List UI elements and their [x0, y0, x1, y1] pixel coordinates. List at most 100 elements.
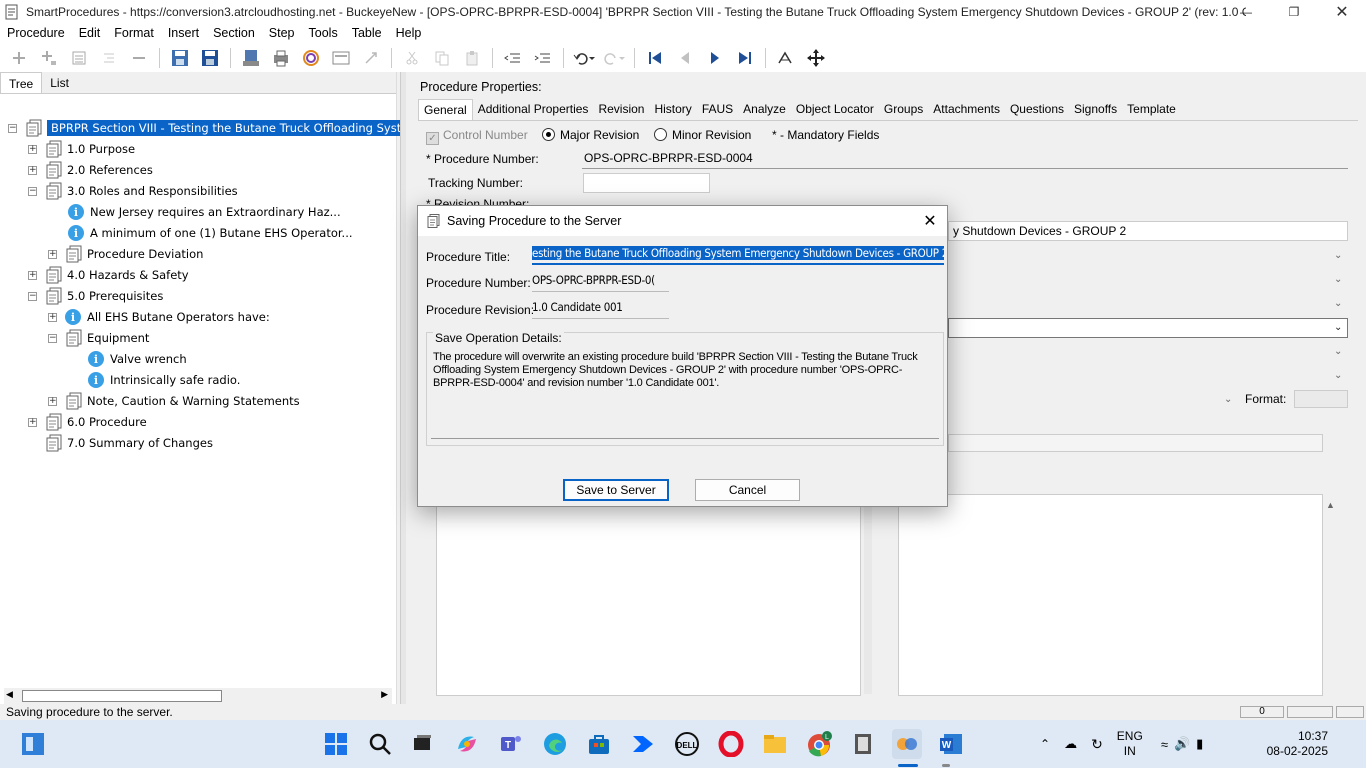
sync-icon[interactable]: ↻ — [1091, 736, 1103, 753]
save-to-server-button[interactable]: Save to Server — [563, 479, 669, 501]
tree-item[interactable]: + Note, Caution & Warning Statements — [48, 391, 300, 411]
tab-list[interactable]: List — [42, 72, 77, 93]
convert-icon[interactable] — [360, 47, 382, 69]
procedure-number-input[interactable]: OPS-OPRC-BPRPR-ESD-0( — [532, 273, 669, 292]
add-child-icon[interactable] — [38, 47, 60, 69]
indent-icon[interactable] — [98, 47, 120, 69]
menu-table[interactable]: Table — [345, 24, 389, 43]
menu-format[interactable]: Format — [107, 24, 161, 43]
chevron-down-icon[interactable]: ⌄ — [1334, 346, 1346, 358]
language-indicator[interactable]: ENG IN — [1117, 729, 1143, 759]
widgets-icon[interactable] — [18, 729, 48, 759]
scroll-thumb[interactable] — [22, 690, 222, 702]
cut-icon[interactable] — [401, 47, 423, 69]
tree-item[interactable]: 7.0 Summary of Changes — [45, 433, 213, 453]
chrome-icon[interactable]: L — [804, 729, 834, 759]
tree-item[interactable]: + 2.0 References — [28, 160, 153, 180]
copy-icon[interactable] — [431, 47, 453, 69]
tree-item[interactable]: − 5.0 Prerequisites — [28, 286, 163, 306]
tree-item[interactable]: i New Jersey requires an Extraordinary H… — [68, 202, 341, 222]
tracking-number-input[interactable] — [583, 173, 710, 193]
text-field[interactable] — [948, 434, 1323, 452]
tab-general[interactable]: General — [418, 99, 473, 120]
remove-icon[interactable] — [128, 47, 150, 69]
menu-insert[interactable]: Insert — [161, 24, 206, 43]
copilot-icon[interactable] — [452, 729, 482, 759]
dell-icon[interactable]: DELL — [672, 729, 702, 759]
chevron-up-icon[interactable]: ⌃ — [1040, 737, 1050, 751]
collapse-icon[interactable]: − — [28, 186, 37, 196]
task-view-icon[interactable] — [407, 729, 437, 759]
minor-revision-radio[interactable]: Minor Revision — [654, 128, 751, 142]
tab-faus[interactable]: FAUS — [697, 99, 738, 120]
wifi-icon[interactable]: ≈ — [1161, 737, 1168, 752]
menu-procedure[interactable]: Procedure — [0, 24, 72, 43]
left-text-area[interactable] — [436, 494, 861, 696]
menu-help[interactable]: Help — [389, 24, 429, 43]
tree-item[interactable]: − Equipment — [48, 328, 149, 348]
expand-icon[interactable]: + — [48, 312, 57, 322]
major-revision-radio[interactable]: Major Revision — [542, 128, 639, 142]
paste-icon[interactable] — [461, 47, 483, 69]
search-icon[interactable] — [365, 729, 395, 759]
procedure-title-field[interactable]: y Shutdown Devices - GROUP 2 — [948, 221, 1348, 241]
tab-signoffs[interactable]: Signoffs — [1069, 99, 1122, 120]
control-number-checkbox[interactable]: ✓ Control Number — [426, 128, 528, 145]
chevron-down-icon[interactable]: ⌄ — [1334, 322, 1346, 334]
teams-icon[interactable]: T — [496, 729, 526, 759]
undo-icon[interactable] — [573, 47, 595, 69]
expand-icon[interactable]: + — [28, 165, 37, 175]
tab-questions[interactable]: Questions — [1005, 99, 1069, 120]
vertical-scrollbar[interactable] — [864, 494, 872, 694]
file-explorer-icon[interactable] — [760, 729, 790, 759]
horizontal-scrollbar[interactable]: ◀ ▶ — [4, 688, 392, 704]
tab-history[interactable]: History — [649, 99, 696, 120]
tree-item[interactable]: + 1.0 Purpose — [28, 139, 135, 159]
preview-icon[interactable] — [330, 47, 352, 69]
tree-item[interactable]: − 3.0 Roles and Responsibilities — [28, 181, 238, 201]
tab-template[interactable]: Template — [1122, 99, 1181, 120]
edge-icon[interactable] — [540, 729, 570, 759]
tab-attachments[interactable]: Attachments — [928, 99, 1005, 120]
tree-root[interactable]: − BPRPR Section VIII - Testing the Butan… — [8, 118, 435, 138]
tree-item[interactable]: i Valve wrench — [88, 349, 187, 369]
chevron-down-icon[interactable]: ⌄ — [1334, 250, 1346, 262]
procedure-number-field[interactable]: OPS-OPRC-BPRPR-ESD-0004 — [582, 151, 1348, 169]
collapse-icon[interactable]: − — [48, 333, 57, 343]
app-icon[interactable] — [848, 729, 878, 759]
chevron-down-icon[interactable]: ⌄ — [1334, 370, 1346, 382]
volume-icon[interactable]: 🔊 — [1174, 736, 1190, 752]
expand-icon[interactable]: + — [48, 396, 57, 406]
web-icon[interactable] — [300, 47, 322, 69]
collapse-icon[interactable]: − — [8, 123, 17, 133]
tree-item[interactable]: + 4.0 Hazards & Safety — [28, 265, 189, 285]
chevron-down-icon[interactable]: ⌄ — [1334, 298, 1346, 310]
procedure-revision-input[interactable]: 1.0 Candidate 001 — [532, 300, 669, 319]
redo-icon[interactable] — [603, 47, 625, 69]
list-icon[interactable] — [68, 47, 90, 69]
expand-icon[interactable]: + — [28, 144, 37, 154]
clock[interactable]: 10:37 08-02-2025 — [1267, 729, 1328, 759]
tree-item[interactable]: i A minimum of one (1) Butane EHS Operat… — [68, 223, 353, 243]
right-text-area[interactable] — [898, 494, 1323, 696]
save-icon[interactable] — [199, 47, 221, 69]
menu-edit[interactable]: Edit — [72, 24, 108, 43]
tree-item[interactable]: + 6.0 Procedure — [28, 412, 147, 432]
menu-section[interactable]: Section — [206, 24, 262, 43]
tree-item[interactable]: + i All EHS Butane Operators have: — [48, 307, 270, 327]
scroll-up-icon[interactable]: ▲ — [1326, 500, 1335, 510]
network-icon[interactable]: ☁ — [1064, 736, 1077, 752]
expand-icon[interactable]: + — [48, 249, 57, 259]
expand-icon[interactable]: + — [28, 270, 37, 280]
tab-object-locator[interactable]: Object Locator — [791, 99, 879, 120]
tree-item[interactable]: + Procedure Deviation — [48, 244, 203, 264]
add-icon[interactable] — [8, 47, 30, 69]
publish-icon[interactable] — [240, 47, 262, 69]
chevron-down-icon[interactable]: ⌄ — [1224, 394, 1236, 406]
menu-step[interactable]: Step — [262, 24, 302, 43]
power-automate-icon[interactable] — [628, 729, 658, 759]
close-button[interactable]: ✕ — [1318, 0, 1366, 24]
restore-button[interactable]: ❐ — [1270, 0, 1318, 24]
outdent-icon[interactable] — [502, 47, 524, 69]
cancel-button[interactable]: Cancel — [695, 479, 800, 501]
